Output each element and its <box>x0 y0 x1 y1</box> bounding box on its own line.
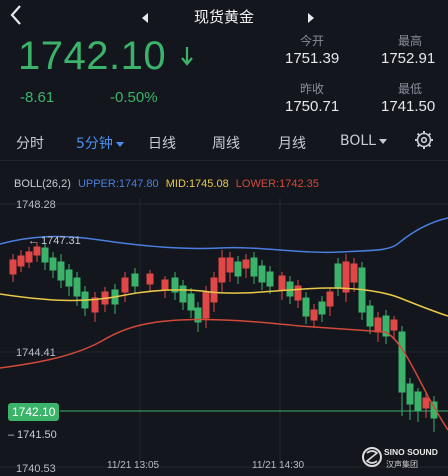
x-axis-time-label: 11/21 14:30 <box>252 460 305 471</box>
candles <box>9 242 438 432</box>
mid-band-line <box>0 287 448 317</box>
high-value: 1752.91 <box>381 50 436 67</box>
prev-close-value: 1750.71 <box>285 98 340 115</box>
tab-weekly[interactable]: 周线 <box>212 133 240 153</box>
price-change-percent: -0.50% <box>110 89 158 106</box>
low-label: 最低 <box>398 82 423 96</box>
y-axis-bottom-label: 1740.53 <box>16 463 56 475</box>
tab-monthly[interactable]: 月线 <box>278 133 306 153</box>
low-value: 1741.50 <box>381 98 436 115</box>
y-axis-top-label: 1748.28 <box>16 199 56 211</box>
tab-boll-label: BOLL <box>340 133 376 149</box>
mid-band-value: MID:1745.08 <box>165 178 229 190</box>
sino-sound-logo: SINO SOUND 汉声集团 <box>362 447 438 469</box>
high-marker-arrow: ← <box>28 235 39 247</box>
indicator-legend: BOLL(26,2) UPPER:1747.80 MID:1745.08 LOW… <box>14 178 319 190</box>
x-axis-time-label: 11/21 13:05 <box>107 460 160 471</box>
lower-band-value: LOWER:1742.35 <box>235 178 319 190</box>
candlestick-chart[interactable]: 1748.28 1744.41 1740.53 11/21 13:05 11/2… <box>0 192 448 476</box>
lower-band-line <box>0 318 448 431</box>
low-marker-dash: – <box>8 429 15 441</box>
next-instrument-icon[interactable] <box>308 13 314 23</box>
tab-indicator-boll[interactable]: BOLL <box>340 133 387 149</box>
page-title: 现货黄金 <box>193 8 254 26</box>
tab-timeshare[interactable]: 分时 <box>16 133 44 153</box>
high-label: 最高 <box>398 34 423 48</box>
tab-daily[interactable]: 日线 <box>148 133 176 153</box>
current-price: 1742.10 <box>18 34 167 78</box>
down-arrow-icon <box>181 47 193 66</box>
tab-5min[interactable]: 5分钟 <box>76 133 124 153</box>
open-value: 1751.39 <box>285 50 340 67</box>
chevron-down-icon <box>115 141 124 147</box>
period-tabs: 分时 5分钟 日线 周线 月线 BOLL <box>0 124 448 161</box>
high-marker-label: 1747.31 <box>41 235 81 247</box>
price-change: -8.61 <box>20 89 55 106</box>
tab-5min-label: 5分钟 <box>76 136 113 152</box>
indicator-name: BOLL(26,2) <box>14 178 71 190</box>
chevron-down-icon <box>378 138 387 144</box>
low-marker-label: 1741.50 <box>17 429 57 441</box>
open-label: 今开 <box>300 34 325 48</box>
prev-close-label: 昨收 <box>300 82 325 96</box>
gear-icon[interactable] <box>414 130 434 150</box>
y-axis-mid-label: 1744.41 <box>16 347 56 359</box>
quote-panel: 1742.10 -8.61 -0.50% 今开 1751.39 最高 1752.… <box>0 32 448 120</box>
last-price-tag: 1742.10 <box>8 403 60 421</box>
watermark-brand: SINO SOUND <box>384 447 438 457</box>
upper-band-value: UPPER:1747.80 <box>77 178 159 190</box>
watermark-sub: 汉声集团 <box>386 459 418 469</box>
top-bar: 现货黄金 <box>0 0 448 32</box>
